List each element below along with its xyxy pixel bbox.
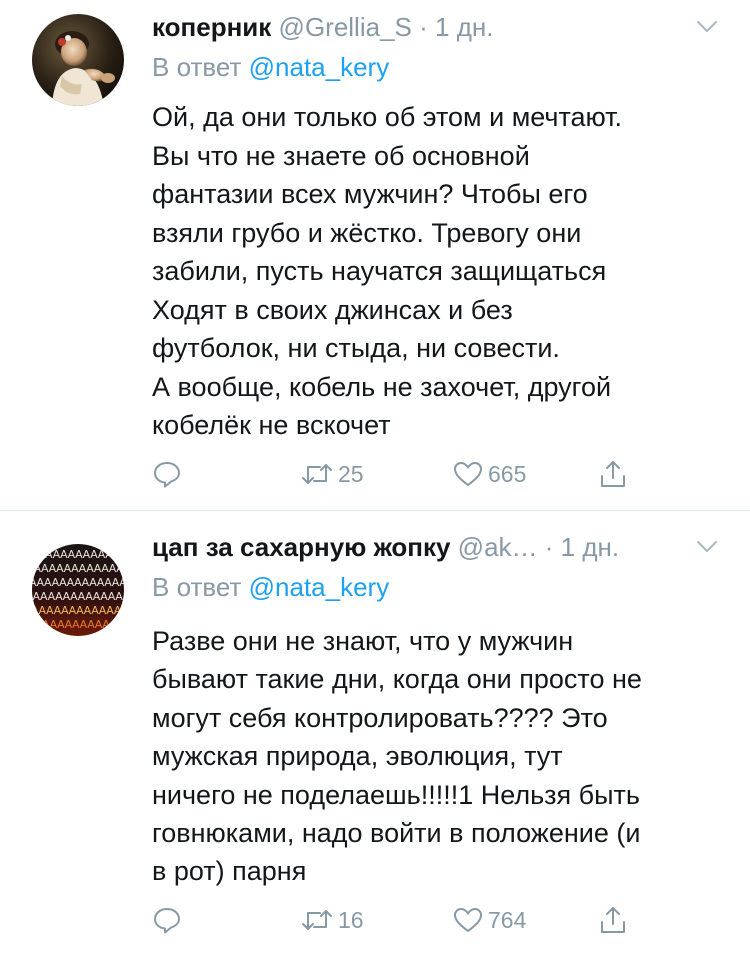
tweet-text-line: Вы что не знаете об основной [152,140,530,171]
retweet-icon [302,464,332,484]
like-count: 665 [488,460,527,487]
reply-button[interactable] [152,454,186,494]
tweet-text-line: бывают такие дни, когда они просто не [152,664,642,695]
reply-label: В ответ [152,572,242,602]
share-button[interactable] [598,454,628,494]
retweet-button[interactable]: 25 [300,454,364,494]
chevron-down-icon [697,21,717,32]
tweet-text-line: забили, пусть научатся защищаться [152,256,607,286]
painting-portrait-avatar-icon [32,14,124,106]
like-button[interactable]: 665 [452,454,526,494]
heart-icon [454,908,482,932]
reply-button[interactable] [152,900,186,940]
tweet-text-line: Разве они не знают, что у мужчин [152,626,574,656]
heart-icon [454,462,482,486]
tweet-text-line: могут себя контролировать???? Это [152,702,608,733]
tweet-actions: 25 665 [152,454,652,494]
share-icon [601,907,625,933]
avatar-pattern-row: ААААААААААААААААААААААААААААААААААААААА [32,576,124,589]
like-button[interactable]: 764 [452,900,526,940]
reply-mention-link[interactable]: @nata_kery [249,52,390,82]
tweet-text-line: в рот) парня [152,856,307,887]
timestamp[interactable]: 1 дн. [561,532,619,562]
tweet-1[interactable]: коперник @Grellia_S · 1 дн. В ответ @nat… [0,0,750,510]
text-pattern-avatar-icon: АААААААААААА ААААААААААААА ААААААААААААА А … [32,544,124,636]
author-handle[interactable]: @ak… [458,532,538,562]
tweet-text-line: Ходят в своих джинсах и без [152,294,513,325]
tweet-text-line: кобелёк не вскочет [152,410,391,440]
author-name[interactable]: коперник [152,12,271,42]
tweet-text-line: футболок, ни стыда, ни совести. [152,333,560,363]
avatar-pattern-row: ААААААААААААААААААААААААААААААААААААААА [32,562,124,575]
retweet-count: 16 [338,906,364,933]
tweet-text-line: взяли грубо и жёстко. Тревогу они [152,217,582,248]
avatar[interactable] [32,14,124,106]
tweet-2[interactable]: АААААААААААА ААААААААААААА ААААААААААААА А … [0,510,750,955]
reply-context: В ответ @nata_kery [152,50,389,84]
avatar-pattern-row: ААААААААААААААААААААААААААААААААААААААА [32,590,124,603]
tweet-text: Разве они не знают, что у мужчин бывают … [152,622,732,891]
avatar[interactable]: АААААААААААА ААААААААААААА ААААААААААААА А … [32,544,124,636]
author-handle[interactable]: @Grellia_S [279,12,412,42]
tweet-text-line: говнюками, надо войти в положение (и [152,818,641,849]
reply-label: В ответ [152,52,242,82]
share-button[interactable] [598,900,628,940]
like-count: 764 [488,906,527,933]
separator-dot: · [544,532,554,562]
author-name[interactable]: цап за сахарную жопку [152,532,450,562]
tweet-text-line: Ой, да они только об этом и мечтают. [152,102,623,132]
tweet-header: цап за сахарную жопку @ak… · 1 дн. [152,530,720,564]
tweet-actions: 16 764 [152,900,652,940]
chevron-down-icon [697,541,717,552]
separator-dot: · [419,12,428,42]
more-options-button[interactable] [694,10,720,44]
tweet-text-line: фантазии всех мужчин? Чтобы его [152,179,588,209]
tweet-text-line: ничего не поделаешь!!!!!1 Нельзя быть [152,779,640,810]
tweet-text: Ой, да они только об этом и мечтают. Вы … [152,98,732,445]
avatar-pattern-row: ААААААААААААААААААААААААААААААААААААААА [32,548,124,561]
reply-mention-link[interactable]: @nata_kery [249,572,390,602]
avatar-pattern-row: ААААААААААААААААААААААААААААААААААААААА [32,618,124,631]
retweet-count: 25 [338,460,364,487]
avatar-pattern-row: ААААААААААААААААААААААААААААААААААААААА [32,604,124,617]
share-icon [601,461,625,487]
tweet-header: коперник @Grellia_S · 1 дн. [152,10,720,44]
reply-icon [154,462,180,488]
reply-icon [154,908,180,934]
retweet-button[interactable]: 16 [300,900,364,940]
more-options-button[interactable] [694,530,720,564]
tweet-text-line: А вообще, кобель не захочет, другой [152,371,612,402]
reply-context: В ответ @nata_kery [152,570,389,604]
tweet-text-line: мужская природа, эволюция, тут [152,741,563,772]
retweet-icon [302,910,332,930]
timestamp[interactable]: 1 дн. [435,12,493,42]
